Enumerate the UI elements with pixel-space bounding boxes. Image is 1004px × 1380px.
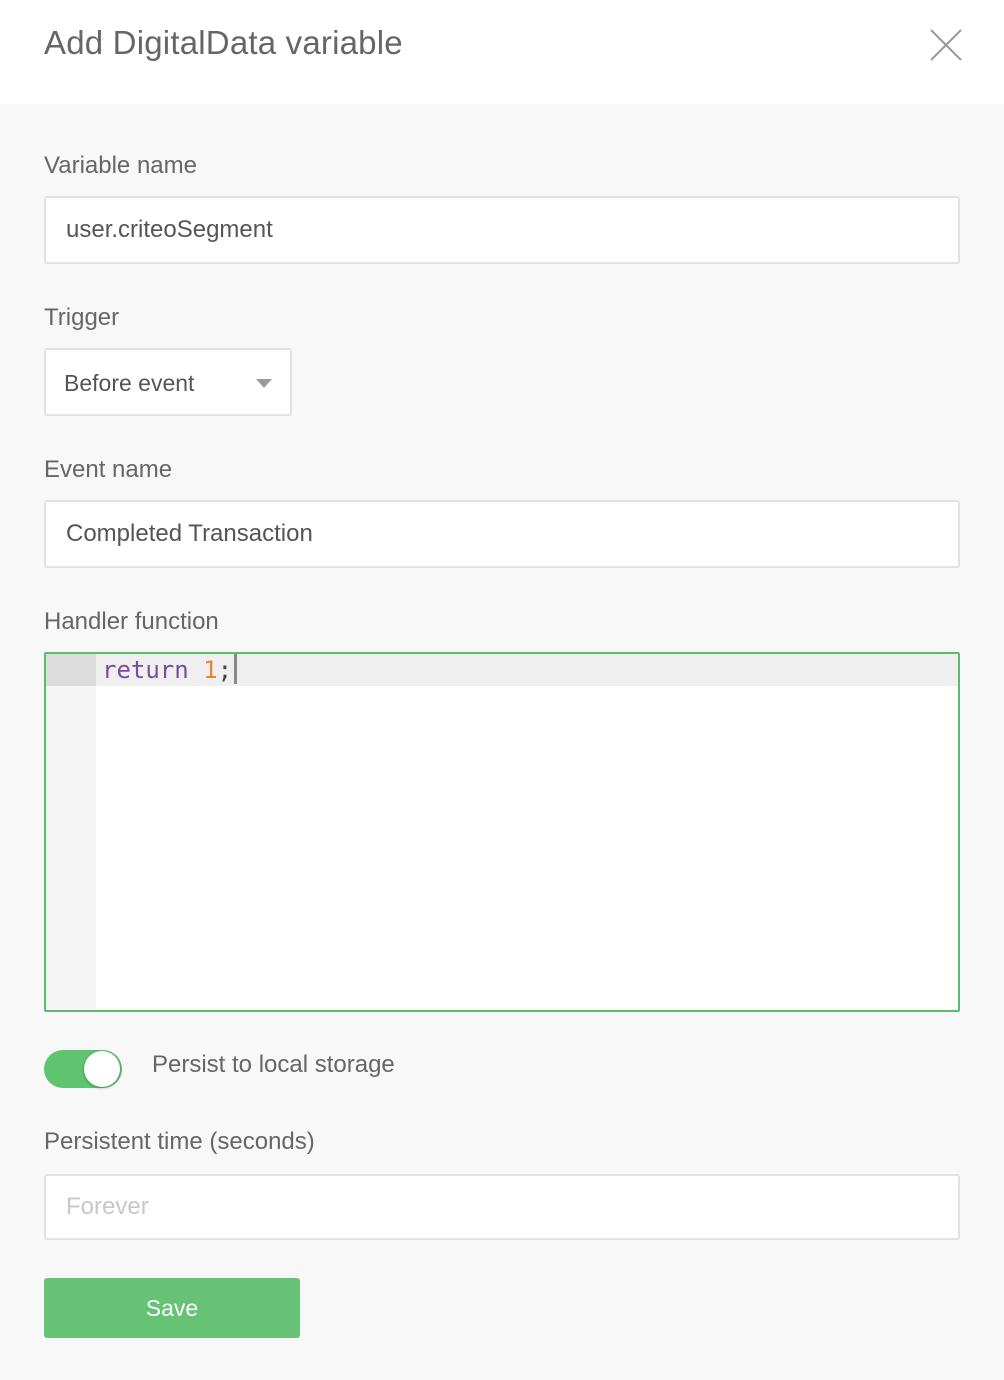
persistent-time-label: Persistent time (seconds) — [44, 1128, 315, 1155]
code-punctuation: ; — [217, 656, 233, 684]
persist-toggle-label: Persist to local storage — [152, 1051, 395, 1078]
variable-name-input[interactable] — [44, 196, 960, 264]
event-name-label: Event name — [44, 456, 173, 483]
text-cursor — [234, 654, 238, 684]
save-button[interactable]: Save — [44, 1278, 300, 1338]
handler-function-label: Handler function — [44, 608, 219, 635]
handler-code-editor[interactable]: return 1; — [44, 652, 960, 1012]
dialog-title: Add DigitalData variable — [44, 24, 403, 61]
toggle-knob — [84, 1051, 120, 1087]
trigger-select[interactable]: Before event — [44, 348, 292, 416]
editor-gutter-active-line — [46, 654, 96, 686]
close-icon[interactable] — [928, 27, 964, 63]
trigger-selected-value: Before event — [64, 370, 195, 396]
code-number: 1 — [203, 656, 218, 684]
code-line-1: return 1; — [102, 654, 238, 686]
chevron-down-icon — [256, 379, 272, 388]
editor-gutter — [46, 654, 96, 1010]
persist-toggle[interactable] — [44, 1050, 122, 1088]
trigger-label: Trigger — [44, 304, 120, 331]
event-name-input[interactable] — [44, 500, 960, 568]
dialog-header: Add DigitalData variable — [0, 0, 1004, 104]
code-keyword: return — [102, 656, 189, 684]
variable-name-label: Variable name — [44, 152, 197, 179]
persistent-time-input[interactable] — [44, 1174, 960, 1240]
